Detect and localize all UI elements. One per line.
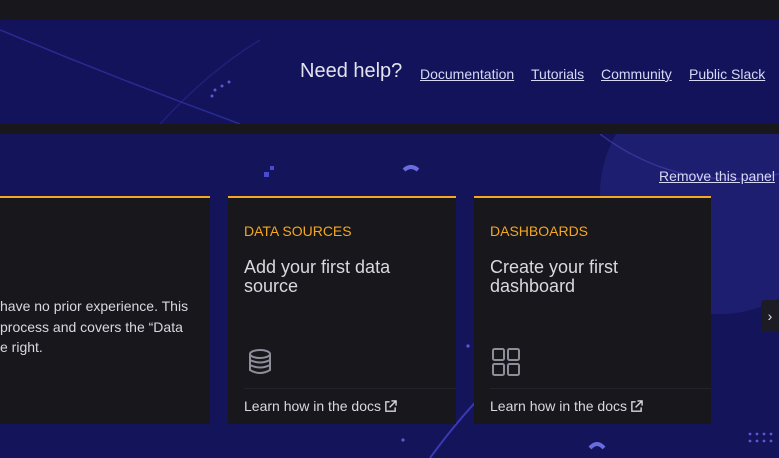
intro-line: have no prior experience. This: [0, 298, 189, 314]
learn-docs-link[interactable]: Learn how in the docs: [490, 398, 643, 414]
public-slack-link[interactable]: Public Slack: [689, 66, 765, 82]
help-title: Need help?: [300, 60, 403, 82]
community-link[interactable]: Community: [601, 66, 672, 82]
card-divider: [490, 388, 711, 389]
learn-docs-link[interactable]: Learn how in the docs: [244, 398, 397, 414]
getting-started-panel: Remove this panel have no prior experien…: [0, 134, 779, 458]
external-link-icon: [385, 400, 397, 412]
apps-grid-icon: [492, 348, 520, 376]
card-kicker: DATA SOURCES: [244, 223, 352, 239]
intro-line: e right.: [0, 339, 43, 355]
chevron-right-icon: ›: [767, 308, 773, 324]
card-kicker: DASHBOARDS: [490, 223, 589, 239]
data-sources-card[interactable]: DATA SOURCES Add your first data source …: [228, 196, 456, 424]
section-gap: [0, 124, 779, 134]
database-icon: [249, 349, 271, 374]
intro-card: have no prior experience. This process a…: [0, 196, 210, 424]
intro-card-text: have no prior experience. This process a…: [0, 296, 210, 358]
tutorials-link[interactable]: Tutorials: [531, 66, 584, 82]
dashboards-card[interactable]: DASHBOARDS Create your first dashboard L…: [474, 196, 711, 424]
card-heading: Create your first dashboard: [490, 257, 619, 296]
help-banner: Need help? Documentation Tutorials Commu…: [0, 20, 779, 124]
top-bar: [0, 0, 779, 20]
documentation-link[interactable]: Documentation: [420, 66, 514, 82]
learn-docs-label: Learn how in the docs: [490, 398, 627, 414]
intro-line: process and covers the “Data: [0, 318, 183, 335]
card-divider: [244, 388, 456, 389]
next-cards-button[interactable]: ›: [761, 300, 779, 332]
card-heading: Add your first data source: [244, 257, 391, 296]
learn-docs-label: Learn how in the docs: [244, 398, 381, 414]
remove-panel-link[interactable]: Remove this panel: [659, 168, 775, 184]
external-link-icon: [631, 400, 643, 412]
